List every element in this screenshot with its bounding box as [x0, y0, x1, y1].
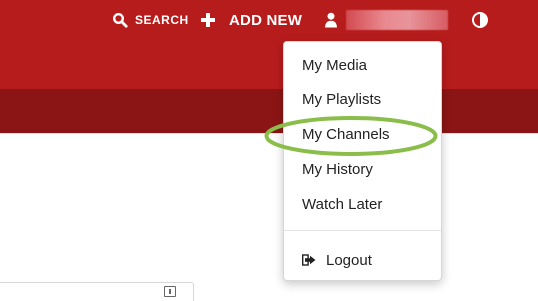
page: SEARCH ADD NEW My Media My Playlists My … — [0, 0, 538, 301]
user-menu-button[interactable] — [324, 8, 448, 32]
search-button[interactable]: SEARCH — [112, 10, 189, 30]
menu-item-my-channels[interactable]: My Channels — [302, 123, 390, 147]
sub-header — [0, 89, 538, 133]
plus-icon — [201, 13, 215, 27]
download-icon[interactable] — [164, 286, 176, 297]
add-new-button[interactable]: ADD NEW — [201, 8, 302, 32]
logout-label: Logout — [326, 251, 372, 269]
contrast-toggle-button[interactable] — [471, 11, 489, 29]
logout-icon — [302, 254, 316, 266]
menu-divider — [284, 230, 441, 231]
search-label: SEARCH — [135, 13, 189, 27]
contrast-icon — [472, 12, 488, 28]
logout-button[interactable]: Logout — [302, 248, 372, 272]
menu-item-my-playlists[interactable]: My Playlists — [302, 88, 381, 112]
menu-item-watch-later[interactable]: Watch Later — [302, 193, 382, 217]
menu-item-my-history[interactable]: My History — [302, 158, 373, 182]
bottom-panel — [0, 282, 194, 301]
content-divider — [0, 133, 538, 134]
user-icon — [325, 12, 337, 28]
search-icon — [112, 12, 128, 28]
username-blurred — [346, 10, 448, 30]
menu-item-my-media[interactable]: My Media — [302, 54, 367, 78]
user-dropdown-menu: My Media My Playlists My Channels My His… — [283, 41, 442, 281]
add-new-label: ADD NEW — [229, 11, 303, 29]
